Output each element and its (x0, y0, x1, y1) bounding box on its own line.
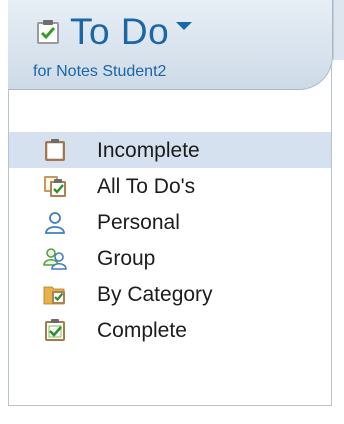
clipboard-icon (45, 139, 65, 161)
person-icon (45, 212, 65, 234)
nav-item-label: Personal (97, 211, 180, 234)
adjacent-pane-edge (333, 0, 344, 60)
nav-item-label: Complete (97, 319, 187, 342)
nav-item-group[interactable]: Group (9, 240, 331, 276)
nav-item-label: Group (97, 247, 156, 270)
clipboard-stack-icon (44, 176, 66, 197)
nav-item-by-category[interactable]: By Category (9, 276, 331, 312)
header-tab: To Do for Notes Student2 (8, 0, 333, 90)
clipboard-check-icon (45, 319, 65, 341)
folder-category-icon (43, 286, 65, 305)
nav-item-label: By Category (97, 283, 213, 306)
nav-item-all-todos[interactable]: All To Do's (9, 168, 331, 204)
user-subtitle: for Notes Student2 (33, 63, 167, 80)
nav-item-label: All To Do's (97, 175, 196, 198)
nav-item-personal[interactable]: Personal (9, 204, 331, 240)
nav-item-complete[interactable]: Complete (9, 312, 331, 348)
nav-item-label: Incomplete (97, 139, 200, 162)
todo-clipboard-check-icon (37, 20, 59, 44)
todo-view-list: Incomplete All To Do's Personal Group By… (9, 132, 331, 348)
chevron-down-icon[interactable] (176, 22, 193, 30)
nav-item-incomplete[interactable]: Incomplete (9, 132, 331, 168)
group-icon (43, 248, 67, 270)
todo-menu-trigger[interactable]: To Do (34, 11, 193, 52)
page-title: To Do (70, 11, 170, 52)
